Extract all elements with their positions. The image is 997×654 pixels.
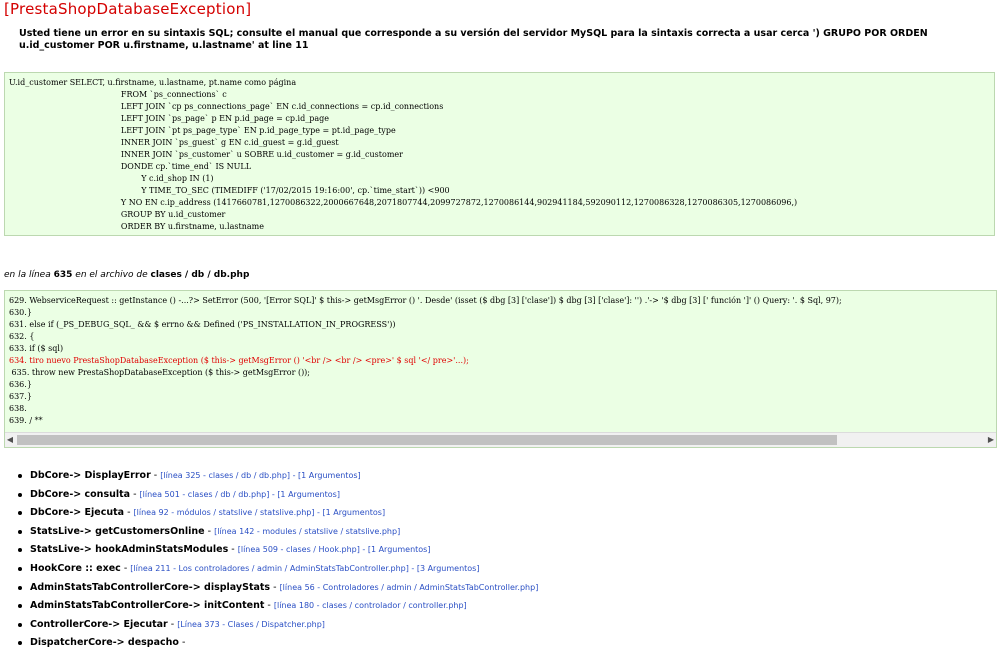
stack-trace-reference[interactable]: [línea 501 - clases / db / db.php] - [1 … <box>140 490 340 499</box>
stack-trace-reference[interactable]: [línea 211 - Los controladores / admin /… <box>130 564 479 573</box>
sql-query-box: U.id_customer SELECT, u.firstname, u.las… <box>4 72 995 236</box>
bullet-icon <box>18 492 22 497</box>
stack-trace-function: AdminStatsTabControllerCore-> displaySta… <box>30 581 271 593</box>
code-line: 629. WebserviceRequest :: getInstance ()… <box>9 296 842 305</box>
horizontal-scrollbar[interactable]: ◀ ▶ <box>5 432 996 447</box>
code-line: 636.} <box>9 380 32 389</box>
stack-trace-item: AdminStatsTabControllerCore-> initConten… <box>17 598 538 617</box>
code-line: 631. else if (_PS_DEBUG_SQL_ && $ errno … <box>9 320 396 329</box>
stack-trace-item: DbCore-> consulta - [línea 501 - clases … <box>17 487 538 506</box>
stack-trace-item: AdminStatsTabControllerCore-> displaySta… <box>17 580 538 599</box>
code-line: 632. { <box>9 332 35 341</box>
bullet-icon <box>18 474 22 478</box>
stack-trace-function: DbCore-> Ejecuta <box>30 507 125 519</box>
sql-line: INNER JOIN `ps_customer` u SOBRE u.id_cu… <box>9 150 403 159</box>
code-line: 639. / ** <box>9 416 43 425</box>
bullet-icon <box>18 566 22 571</box>
bullet-icon <box>18 604 22 609</box>
code-line: 630.} <box>9 308 32 317</box>
file-location: en la línea 635 en el archivo de clases … <box>4 270 249 280</box>
file-location-prefix: en la línea <box>4 270 51 280</box>
sql-line: FROM `ps_connections` c <box>9 90 227 99</box>
sql-line: GROUP BY u.id_customer <box>9 210 226 219</box>
scroll-left-arrow-icon[interactable]: ◀ <box>5 435 15 445</box>
stack-trace-list: DbCore-> DisplayError - [línea 325 - cla… <box>17 468 538 654</box>
stack-trace-reference[interactable]: [línea 180 - clases / controlador / cont… <box>274 601 467 610</box>
sql-line: LEFT JOIN `ps_page` p EN p.id_page = cp.… <box>9 114 329 123</box>
stack-trace-separator: - <box>167 618 178 630</box>
bullet-icon <box>18 548 22 553</box>
stack-trace-item: StatsLive-> hookAdminStatsModules - [lín… <box>17 542 538 561</box>
stack-trace-item: DbCore-> Ejecuta - [línea 92 - módulos /… <box>17 505 538 524</box>
scrollbar-thumb[interactable] <box>17 435 837 445</box>
sql-line: Y NO EN c.ip_address (1417660781,1270086… <box>9 198 798 207</box>
code-line: 633. if ($ sql) <box>9 344 64 353</box>
stack-trace-reference[interactable]: [línea 92 - módulos / statslive / statsl… <box>134 508 386 517</box>
stack-trace-function: HookCore :: exec <box>30 562 121 574</box>
stack-trace-item: DispatcherCore-> despacho - <box>17 635 538 654</box>
stack-trace-separator: - <box>204 525 215 537</box>
source-code-lines: 629. WebserviceRequest :: getInstance ()… <box>5 291 996 431</box>
stack-trace-reference[interactable]: [línea 325 - clases / db / db.php] - [1 … <box>160 471 360 480</box>
stack-trace-item: StatsLive-> getCustomersOnline - [línea … <box>17 524 538 543</box>
exception-title: [PrestaShopDatabaseException] <box>4 0 252 18</box>
file-location-path: clases / db / db.php <box>150 270 250 280</box>
stack-trace-separator: - <box>130 488 140 500</box>
stack-trace-separator: - <box>150 470 161 481</box>
bullet-icon <box>18 511 22 516</box>
source-code-box: 629. WebserviceRequest :: getInstance ()… <box>4 290 997 448</box>
code-line-highlighted: 634. tiro nuevo PrestaShopDatabaseExcept… <box>9 356 469 365</box>
stack-trace-separator: - <box>264 600 274 612</box>
bullet-icon <box>18 585 22 590</box>
bullet-icon <box>18 529 22 534</box>
stack-trace-separator: - <box>124 507 134 519</box>
stack-trace-separator: - <box>120 562 131 574</box>
sql-line: INNER JOIN `ps_guest` g EN c.id_guest = … <box>9 138 339 147</box>
code-line: 637.} <box>9 392 32 401</box>
stack-trace-item: ControllerCore-> Ejecutar - [Línea 373 -… <box>17 617 538 636</box>
file-location-middle: en el archivo de <box>75 270 148 280</box>
sql-line: LEFT JOIN `cp ps_connections_page` EN c.… <box>9 102 444 111</box>
stack-trace-function: DbCore-> DisplayError <box>30 470 151 481</box>
bullet-icon <box>18 622 22 627</box>
stack-trace-reference[interactable]: [línea 142 - modules / statslive / stats… <box>214 527 400 536</box>
stack-trace-function: StatsLive-> getCustomersOnline <box>30 525 205 537</box>
sql-line: U.id_customer SELECT, u.firstname, u.las… <box>9 78 297 87</box>
stack-trace-reference[interactable]: [línea 56 - Controladores / admin / Admi… <box>280 583 539 592</box>
stack-trace-separator: - <box>228 544 238 556</box>
stack-trace-reference[interactable]: [Línea 373 - Clases / Dispatcher.php] <box>177 620 325 629</box>
code-line: 635. throw new PrestaShopDatabaseExcepti… <box>9 368 310 377</box>
sql-line: ORDER BY u.firstname, u.lastname <box>9 222 264 231</box>
sql-line: Y c.id_shop IN (1) <box>9 174 214 183</box>
file-location-line: 635 <box>53 270 73 280</box>
sql-line: DONDE cp.`time_end` IS NULL <box>9 162 251 171</box>
stack-trace-function: StatsLive-> hookAdminStatsModules <box>30 544 229 556</box>
stack-trace-function: ControllerCore-> Ejecutar <box>30 618 168 630</box>
stack-trace-function: AdminStatsTabControllerCore-> initConten… <box>30 600 265 612</box>
scroll-right-arrow-icon[interactable]: ▶ <box>986 435 996 445</box>
stack-trace-separator: - <box>270 581 280 593</box>
stack-trace-separator: - <box>178 637 186 649</box>
code-line: 638. <box>9 404 27 413</box>
error-message: Usted tiene un error en su sintaxis SQL;… <box>19 28 928 51</box>
stack-trace-reference[interactable]: [línea 509 - clases / Hook.php] - [1 Arg… <box>238 545 431 554</box>
stack-trace-function: DispatcherCore-> despacho <box>30 637 179 649</box>
bullet-icon <box>18 641 22 646</box>
stack-trace-item: HookCore :: exec - [línea 211 - Los cont… <box>17 561 538 580</box>
sql-line: Y TIME_TO_SEC (TIMEDIFF ('17/02/2015 19:… <box>9 186 450 195</box>
stack-trace-function: DbCore-> consulta <box>30 488 131 500</box>
sql-line: LEFT JOIN `pt ps_page_type` EN p.id_page… <box>9 126 396 135</box>
stack-trace-item: DbCore-> DisplayError - [línea 325 - cla… <box>17 468 538 487</box>
